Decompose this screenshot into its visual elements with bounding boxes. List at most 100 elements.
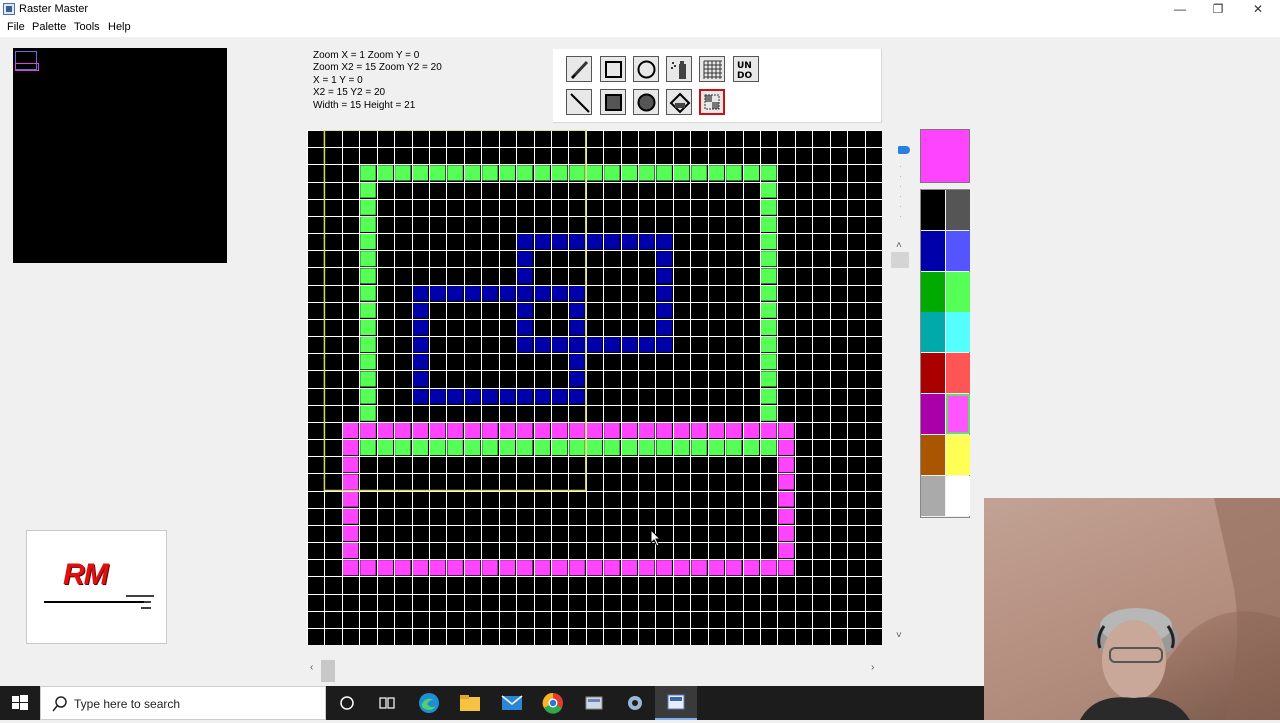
zoom-slider[interactable] [898, 136, 910, 228]
palette-swatch[interactable] [946, 434, 970, 475]
restore-button[interactable]: ❐ [1199, 0, 1237, 19]
mail-icon [501, 695, 523, 710]
menu-tools[interactable]: Tools [74, 21, 100, 33]
scroll-down-icon[interactable]: ˅ [896, 630, 902, 641]
pixel-cell [656, 285, 672, 301]
current-color-swatch [920, 129, 970, 183]
palette-swatch[interactable] [921, 353, 945, 394]
pixel-cell [569, 422, 585, 438]
palette-swatch[interactable] [921, 434, 945, 475]
pixel-cell [708, 560, 725, 576]
pixel-cell [360, 268, 376, 284]
palette-swatch[interactable] [921, 312, 945, 353]
pixel-cell [360, 371, 376, 387]
pixel-cell [708, 165, 725, 181]
pixel-cell [517, 422, 533, 438]
palette-swatch[interactable] [946, 271, 970, 312]
scroll-right-icon[interactable]: › [871, 662, 874, 673]
spray-can-icon [671, 61, 686, 79]
pixel-cell [569, 302, 585, 318]
search-placeholder: Type here to search [74, 697, 181, 711]
image-preview[interactable] [13, 48, 227, 263]
palette-swatch[interactable] [921, 230, 945, 271]
undo-tool[interactable]: UN DO [733, 56, 759, 82]
close-button[interactable]: ✕ [1239, 0, 1277, 19]
vertical-scroll-thumb[interactable] [891, 252, 909, 268]
grid-tool[interactable] [699, 56, 725, 82]
filled-rectangle-tool[interactable] [600, 89, 626, 115]
palette-swatch[interactable] [946, 230, 970, 271]
pixel-cell [342, 422, 359, 438]
pixel-canvas[interactable] [307, 130, 882, 645]
filled-circle-tool[interactable] [633, 89, 659, 115]
pixel-cell [517, 268, 533, 284]
zoom-slider-handle[interactable] [898, 146, 910, 154]
menu-file[interactable]: File [7, 21, 25, 33]
rectangle-tool[interactable] [600, 56, 626, 82]
pixel-cell [761, 285, 777, 301]
clip-tool[interactable] [699, 89, 725, 115]
pixel-cell [778, 440, 794, 456]
horizontal-scroll-thumb[interactable] [321, 660, 335, 682]
pixel-cell [778, 491, 794, 507]
palette-swatch[interactable] [946, 394, 970, 434]
horizontal-scrollbar[interactable]: ‹ › [307, 658, 882, 682]
scroll-left-icon[interactable]: ‹ [310, 662, 313, 673]
palette-swatch[interactable] [946, 475, 970, 516]
file-explorer-button[interactable] [455, 690, 485, 716]
pixel-cell [534, 234, 550, 250]
raster-master-taskbar-button[interactable] [655, 686, 697, 720]
search-icon [52, 696, 67, 712]
palette-swatch[interactable] [946, 353, 970, 394]
pixel-cell [534, 285, 550, 301]
pixel-cell [517, 302, 533, 318]
pixel-cell [360, 251, 376, 267]
pixel-cell [586, 440, 603, 456]
scroll-up-icon[interactable]: ˄ [896, 240, 902, 251]
pixel-cell [604, 422, 620, 438]
task-view-button[interactable] [372, 690, 402, 716]
pixel-cell [569, 319, 585, 335]
settings-button[interactable] [620, 690, 650, 716]
menu-bar: File Palette Tools Help [0, 19, 1280, 37]
app-button[interactable] [579, 690, 609, 716]
pixel-cell [743, 560, 760, 576]
clip-icon [704, 94, 720, 110]
palette-swatch[interactable] [946, 312, 970, 353]
pencil-tool[interactable] [566, 56, 592, 82]
taskbar: Type here to search [0, 686, 984, 720]
menu-palette[interactable]: Palette [32, 21, 66, 33]
circle-tool[interactable] [633, 56, 659, 82]
pixel-cell [761, 182, 777, 198]
palette-swatch[interactable] [921, 475, 945, 516]
pixel-grid[interactable] [307, 130, 882, 645]
palette-swatch[interactable] [921, 271, 945, 312]
pixel-cell [534, 560, 550, 576]
mail-button[interactable] [497, 690, 527, 716]
pixel-cell [517, 388, 533, 404]
minimize-button[interactable]: — [1161, 0, 1199, 19]
palette-swatch[interactable] [921, 394, 945, 434]
cortana-button[interactable] [332, 690, 362, 716]
windows-start-button[interactable] [0, 686, 40, 720]
palette-swatch[interactable] [921, 190, 945, 230]
pixel-cell [656, 165, 672, 181]
menu-help[interactable]: Help [108, 21, 131, 33]
spray-tool[interactable] [666, 56, 692, 82]
pixel-cell [656, 337, 672, 353]
taskbar-search[interactable]: Type here to search [40, 686, 326, 720]
logo-panel: RM [26, 530, 167, 644]
fill-tool[interactable] [666, 89, 692, 115]
palette-swatch[interactable] [946, 190, 970, 230]
pencil-icon [570, 60, 589, 80]
pixel-cell [482, 560, 498, 576]
app-icon [585, 696, 603, 710]
pixel-cell [360, 199, 376, 215]
pixel-cell [412, 388, 428, 404]
edge-button[interactable] [414, 690, 444, 716]
pixel-cell [778, 422, 794, 438]
chrome-button[interactable] [538, 690, 568, 716]
line-tool[interactable] [566, 89, 592, 115]
pixel-cell [726, 422, 742, 438]
circle-icon [637, 60, 656, 79]
